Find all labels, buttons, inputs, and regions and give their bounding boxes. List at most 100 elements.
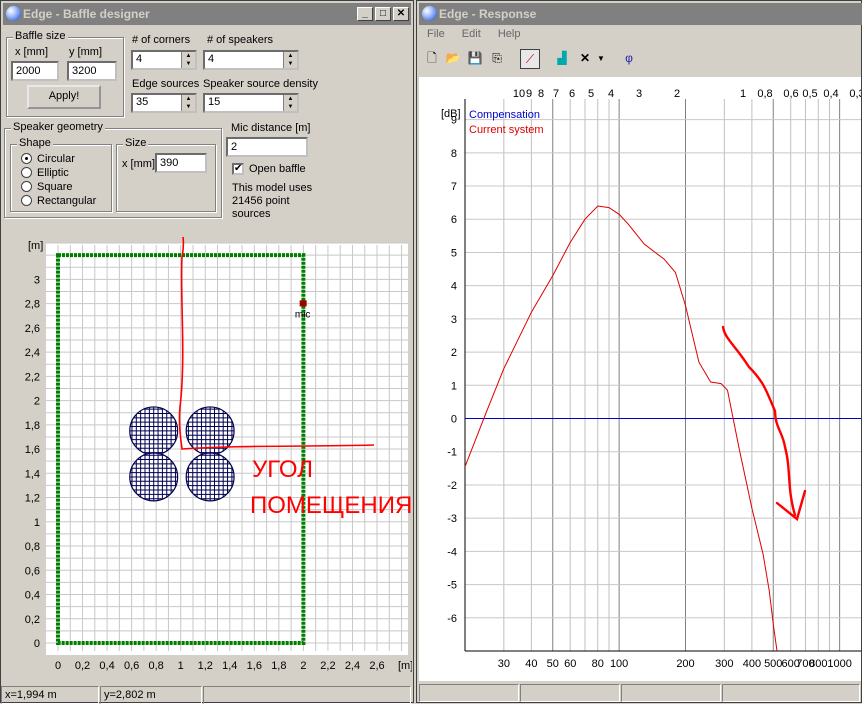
top-axis-label: 7 [553,88,559,100]
edge-sources-spinner[interactable]: 35 ▲ ▼ [131,93,197,113]
top-axis-label: 0,3 [849,88,861,100]
copy-icon[interactable]: ⎘ [487,49,507,69]
x-tick-label: 200 [676,658,694,670]
menu-file[interactable]: File [427,28,445,40]
mic-label: mic [295,309,311,320]
y-tick-label: 0,2 [25,614,40,626]
y-tick-label: 2,2 [25,371,40,383]
x-tick-label: 2,4 [345,660,360,672]
open-icon[interactable]: 📂 [443,49,463,69]
baffle-x-input[interactable]: 2000 [11,61,59,81]
baffle-y-label: y [mm] [69,46,102,58]
minimize-button[interactable]: _ [357,7,373,21]
model-info-line1: This model uses [232,182,313,194]
x-tick-label: 1,6 [247,660,262,672]
speaker-driver [129,406,179,456]
maximize-button[interactable]: □ [375,7,391,21]
x-tick-label: 1,4 [222,660,237,672]
mic-distance-input[interactable]: 2 [226,137,308,157]
status-empty [203,686,411,704]
spinner-arrows-icon[interactable]: ▲ ▼ [181,95,195,111]
density-spinner[interactable]: 15 ▲ ▼ [203,93,299,113]
shape-legend: Shape [17,137,53,149]
radio-rectangular[interactable] [21,195,32,206]
speaker-icon[interactable]: ▟ [552,49,572,69]
y-tick-label: 3 [34,274,40,286]
model-info-line3: sources [232,208,271,220]
y-tick-label: 0 [451,414,457,426]
y-tick-label: 4 [451,281,457,293]
response-chart[interactable]: 109876543210,80,60,50,40,39876543210-1-2… [419,77,861,681]
window-title: Edge - Baffle designer [23,7,150,21]
y-tick-label: -4 [447,546,457,558]
legend-entry: Current system [469,124,544,136]
speakers-value: 4 [208,53,215,65]
radio-elliptic[interactable] [21,167,32,178]
y-tick-label: 0 [34,638,40,650]
x-tick-label: 2,2 [320,660,335,672]
open-baffle-checkbox[interactable]: ✔ [232,163,244,175]
x-tick-label: 400 [743,658,761,670]
x-tick-label: 1,2 [198,660,213,672]
y-tick-label: 1 [451,380,457,392]
x-tick-label: 500 [764,658,782,670]
baffle-size-legend: Baffle size [13,30,68,42]
x-tick-label: 100 [610,658,628,670]
annotation-text: ПОМЕЩЕНИЯ [250,492,412,519]
edge-sources-value: 35 [136,96,149,108]
size-x-input[interactable]: 390 [155,153,207,173]
mic-distance-label: Mic distance [m] [231,122,311,134]
y-tick-label: -2 [447,480,457,492]
y-unit-label: [m] [28,240,43,252]
speakers-spinner[interactable]: 4 ▲ ▼ [203,50,299,70]
baffle-designer-window: Edge - Baffle designer _ □ ✕ Baffle size… [0,0,414,704]
close-icon[interactable]: ✕ [575,49,595,69]
y-tick-label: 0,8 [25,541,40,553]
x-tick-label: 0,4 [99,660,114,672]
response-window: Edge - Response File Edit Help 🗋 📂 💾 ⎘ ⟋… [416,0,862,703]
y-tick-label: 3 [451,314,457,326]
baffle-y-input[interactable]: 3200 [67,61,117,81]
x-tick-label: 2 [300,660,306,672]
x-tick-label: 300 [715,658,733,670]
top-axis-label: 1 [740,88,746,100]
menu-help[interactable]: Help [498,28,521,40]
app-globe-icon [6,6,21,21]
size-x-label: x [mm] [122,158,155,170]
x-tick-label: 1000 [827,658,851,670]
pen-icon[interactable]: ⟋ [520,49,540,69]
y-tick-label: -5 [447,580,457,592]
density-value: 15 [208,96,221,108]
y-tick-label: 2,6 [25,323,40,335]
apply-button[interactable]: Apply! [27,85,101,109]
close-button[interactable]: ✕ [393,7,409,21]
top-axis-label: 0,6 [783,88,798,100]
spinner-arrows-icon[interactable]: ▲ ▼ [283,95,297,111]
status-seg4 [722,684,860,702]
status-seg3 [621,684,721,702]
shape-rectangular-label: Rectangular [37,195,97,207]
x-tick-label: 40 [525,658,537,670]
radio-square[interactable] [21,181,32,192]
menu-edit[interactable]: Edit [462,28,481,40]
baffle-plot[interactable]: 0 0,2 0,4 0,6 0,8 1 1,2 1,4 1,6 1,8 2 2,2 2,4 2,6 2,8 3… [2,237,412,685]
spinner-arrows-icon[interactable]: ▲ ▼ [181,52,195,68]
y-tick-label: -6 [447,613,457,625]
corners-spinner[interactable]: 4 ▲ ▼ [131,50,197,70]
top-axis-label: 0,5 [802,88,817,100]
y-tick-label: 2,8 [25,299,40,311]
dropdown-icon[interactable]: ▼ [595,49,607,69]
spinner-arrows-icon[interactable]: ▲ ▼ [283,52,297,68]
new-icon[interactable]: 🗋 [422,49,442,69]
y-tick-label: 5 [451,247,457,259]
save-icon[interactable]: 💾 [465,49,485,69]
speaker-driver [185,452,235,502]
app-globe-icon [422,6,437,21]
phase-icon[interactable]: φ [619,49,639,69]
x-tick-label: 80 [592,658,604,670]
radio-circular[interactable] [21,153,32,164]
top-axis-label: 2 [674,88,680,100]
x-tick-label: 50 [547,658,559,670]
legend-entry: Compensation [469,109,540,121]
speakers-label: # of speakers [207,34,274,46]
